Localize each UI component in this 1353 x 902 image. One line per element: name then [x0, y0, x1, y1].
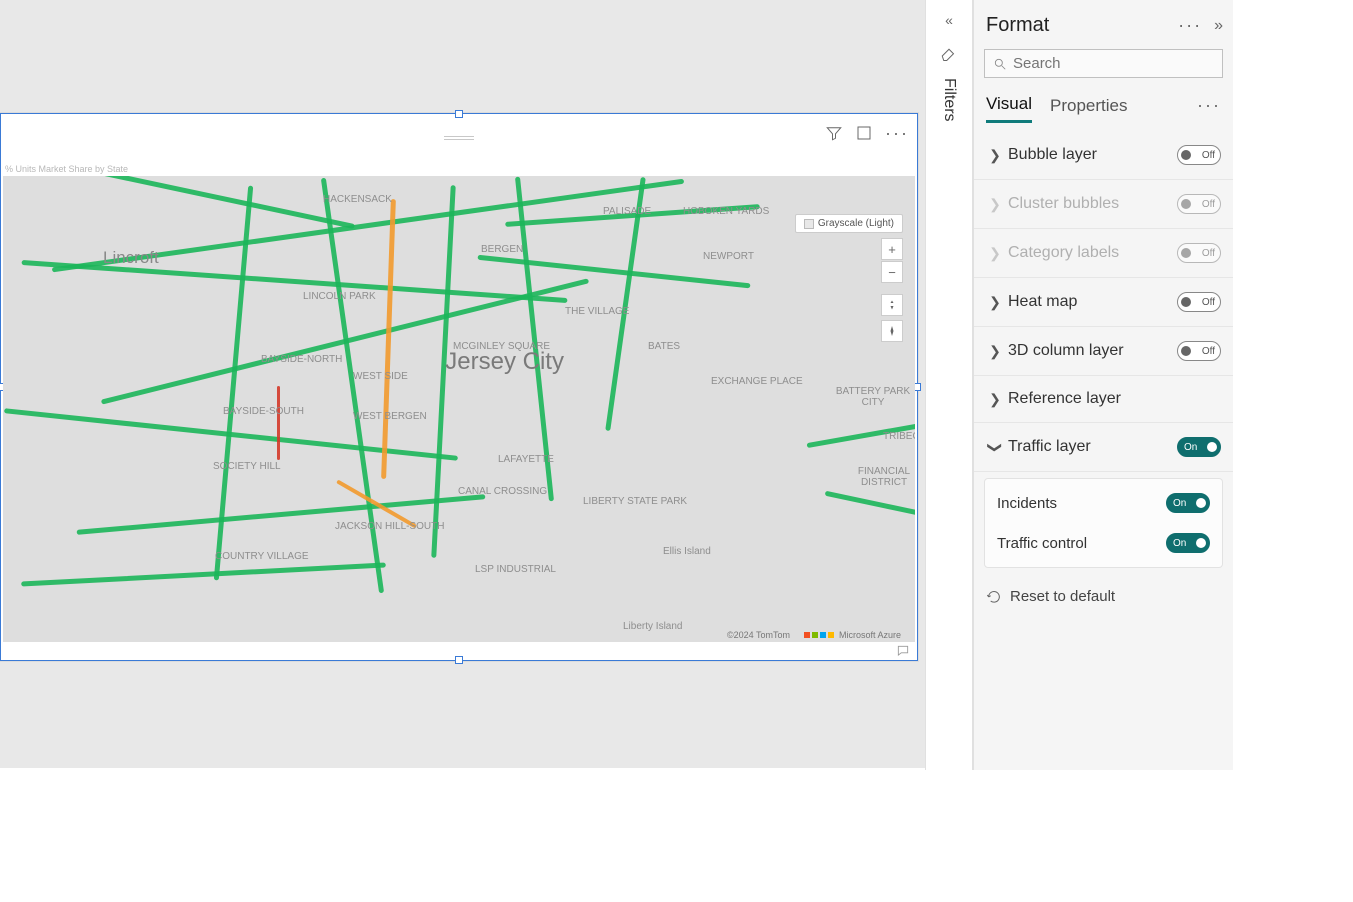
chevron-right-icon: ❯: [986, 245, 1004, 262]
map-label: Liberty Island: [623, 621, 682, 632]
map-label: TRIBECA: [883, 431, 915, 442]
map-visual-container[interactable]: ··· % Units Market Share by State: [0, 113, 918, 661]
toggle-traffic-layer[interactable]: On: [1177, 437, 1221, 457]
collapse-format-icon[interactable]: »: [1214, 17, 1223, 35]
expand-filters-icon[interactable]: «: [945, 12, 953, 28]
map-label: MCGINLEY SQUARE: [453, 341, 550, 352]
toggle-incidents[interactable]: On: [1166, 493, 1210, 513]
eraser-icon[interactable]: [940, 44, 958, 62]
map-canvas[interactable]: Jersey City Lincroft HACKENSACK LINCOLN …: [3, 176, 915, 642]
visual-topbar: ···: [1, 114, 917, 162]
chevron-down-icon: ❯: [987, 438, 1004, 456]
card-reference-layer[interactable]: ❯ Reference layer: [974, 376, 1233, 423]
map-label: LINCOLN PARK: [303, 291, 376, 302]
resize-handle-bottom[interactable]: [455, 656, 463, 664]
format-pane-header: Format ··· »: [974, 0, 1233, 45]
toggle-traffic-control[interactable]: On: [1166, 533, 1210, 553]
map-label: BAYSIDE-NORTH: [261, 354, 342, 365]
chevron-right-icon: ❯: [986, 343, 1004, 360]
sub-incidents: Incidents On: [985, 483, 1222, 523]
reset-icon: [986, 589, 1002, 605]
zoom-in-button[interactable]: +: [881, 238, 903, 260]
format-more-icon[interactable]: ···: [1174, 15, 1206, 36]
map-label: HACKENSACK: [323, 194, 392, 205]
toggle-3d-column-layer[interactable]: Off: [1177, 341, 1221, 361]
map-label: Ellis Island: [663, 546, 711, 557]
tab-visual[interactable]: Visual: [986, 88, 1032, 123]
map-label: BERGEN: [481, 244, 523, 255]
toggle-cluster-bubbles: Off: [1177, 194, 1221, 214]
map-style-label: Grayscale (Light): [818, 218, 894, 229]
more-options-icon[interactable]: ···: [885, 124, 909, 142]
card-cluster-bubbles: ❯ Cluster bubbles Off: [974, 180, 1233, 229]
map-label: HOBOKEN YARDS: [683, 206, 769, 217]
map-label: WEST SIDE: [353, 371, 408, 382]
map-label: SOCIETY HILL: [213, 461, 281, 472]
microsoft-logo: Microsoft Azure: [804, 630, 901, 640]
map-label: LAFAYETTE: [498, 454, 554, 465]
pitch-button[interactable]: [881, 294, 903, 316]
map-label: CANAL CROSSING: [458, 486, 547, 497]
chevron-right-icon: ❯: [986, 147, 1004, 164]
card-traffic-layer[interactable]: ❯ Traffic layer On: [974, 423, 1233, 472]
card-bubble-layer[interactable]: ❯ Bubble layer Off: [974, 131, 1233, 180]
map-label: JACKSON HILL-SOUTH: [335, 521, 444, 532]
map-label: WEST BERGEN: [353, 411, 427, 422]
traffic-overlay: [3, 176, 915, 642]
report-canvas: ··· % Units Market Share by State: [0, 0, 925, 902]
filter-icon[interactable]: [825, 124, 843, 142]
map-city-label: Jersey City: [445, 348, 564, 376]
filters-pane-collapsed: « Filters: [925, 0, 973, 770]
map-label: PALISADE: [603, 206, 651, 217]
map-label: THE VILLAGE: [565, 306, 629, 317]
format-search[interactable]: [984, 49, 1223, 78]
zoom-out-button[interactable]: −: [881, 261, 903, 283]
format-pane: Format ··· » Visual Properties ··· ❯ Bub…: [973, 0, 1233, 770]
sub-traffic-control: Traffic control On: [985, 523, 1222, 563]
chevron-right-icon: ❯: [986, 391, 1004, 408]
format-tabs: Visual Properties ···: [974, 88, 1233, 123]
card-3d-column-layer[interactable]: ❯ 3D column layer Off: [974, 327, 1233, 376]
map-label: COUNTRY VILLAGE: [215, 551, 309, 562]
map-label: BATTERY PARK CITY: [831, 386, 915, 408]
attribution-tomtom: ©2024 TomTom: [727, 630, 790, 640]
visual-title: % Units Market Share by State: [5, 162, 128, 176]
comment-icon[interactable]: [895, 644, 911, 658]
map-label: BAYSIDE-SOUTH: [223, 406, 304, 417]
map-label: BATES: [648, 341, 680, 352]
format-pane-title: Format: [986, 14, 1166, 37]
toggle-bubble-layer[interactable]: Off: [1177, 145, 1221, 165]
compass-button[interactable]: [881, 320, 903, 342]
map-label: LIBERTY STATE PARK: [583, 496, 687, 507]
format-card-list: ❯ Bubble layer Off ❯ Cluster bubbles Off…: [974, 131, 1233, 619]
tab-properties[interactable]: Properties: [1050, 90, 1127, 122]
focus-mode-icon[interactable]: [855, 124, 873, 142]
search-input[interactable]: [1013, 55, 1214, 72]
visual-header-icons: ···: [825, 124, 909, 142]
search-icon: [993, 57, 1007, 71]
filters-pane-label[interactable]: Filters: [940, 78, 958, 122]
map-label: EXCHANGE PLACE: [711, 376, 803, 387]
map-label: FINANCIAL DISTRICT: [853, 466, 915, 488]
chevron-right-icon: ❯: [986, 294, 1004, 311]
map-attribution: ©2024 TomTom Microsoft Azure: [727, 630, 901, 640]
map-label: LSP INDUSTRIAL: [475, 564, 556, 575]
map-label: NEWPORT: [703, 251, 754, 262]
chevron-right-icon: ❯: [986, 196, 1004, 213]
drag-handle[interactable]: [444, 133, 474, 143]
toggle-category-labels: Off: [1177, 243, 1221, 263]
map-place-label: Lincroft: [103, 248, 159, 268]
card-category-labels: ❯ Category labels Off: [974, 229, 1233, 278]
toggle-heat-map[interactable]: Off: [1177, 292, 1221, 312]
map-style-picker[interactable]: Grayscale (Light): [795, 214, 903, 233]
traffic-sub-panel: Incidents On Traffic control On: [984, 478, 1223, 568]
reset-to-default[interactable]: Reset to default: [974, 574, 1233, 619]
card-heat-map[interactable]: ❯ Heat map Off: [974, 278, 1233, 327]
tabs-more-icon[interactable]: ···: [1197, 95, 1221, 116]
canvas-background-lower: [0, 768, 1353, 902]
